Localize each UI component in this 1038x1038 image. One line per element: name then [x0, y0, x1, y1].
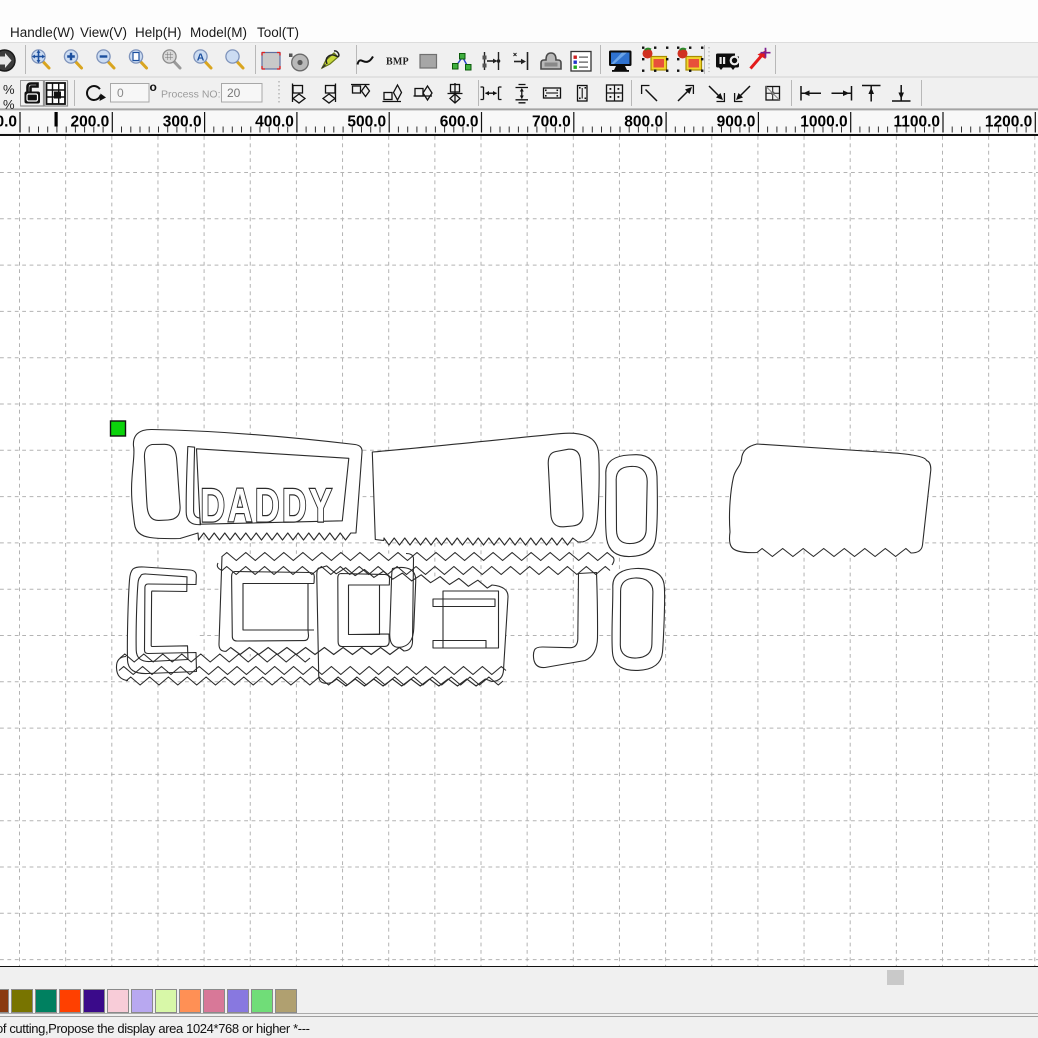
svg-text:800.0: 800.0	[624, 114, 663, 131]
svg-text:300.0: 300.0	[163, 114, 202, 131]
svg-text:0: 0	[117, 86, 124, 100]
svg-text:%: %	[3, 97, 15, 111]
svg-text:200.0: 200.0	[71, 114, 110, 131]
svg-text:o: o	[150, 80, 157, 94]
svg-text:Process NO:: Process NO:	[161, 89, 221, 101]
svg-text:A: A	[197, 51, 205, 63]
svg-text:1000.0: 1000.0	[800, 114, 847, 131]
svg-text:1200.0: 1200.0	[985, 114, 1032, 131]
svg-text:500.0: 500.0	[347, 114, 386, 131]
svg-text:1100.0: 1100.0	[893, 114, 940, 131]
svg-text:100.0: 100.0	[0, 114, 17, 131]
svg-text:20: 20	[227, 86, 241, 100]
svg-text:700.0: 700.0	[532, 114, 571, 131]
svg-text:%: %	[3, 82, 15, 97]
svg-text:900.0: 900.0	[717, 114, 756, 131]
svg-text:BMP: BMP	[386, 57, 409, 68]
svg-text:600.0: 600.0	[440, 114, 479, 131]
svg-text:400.0: 400.0	[255, 114, 294, 131]
svg-text:DADDY: DADDY	[200, 479, 334, 532]
